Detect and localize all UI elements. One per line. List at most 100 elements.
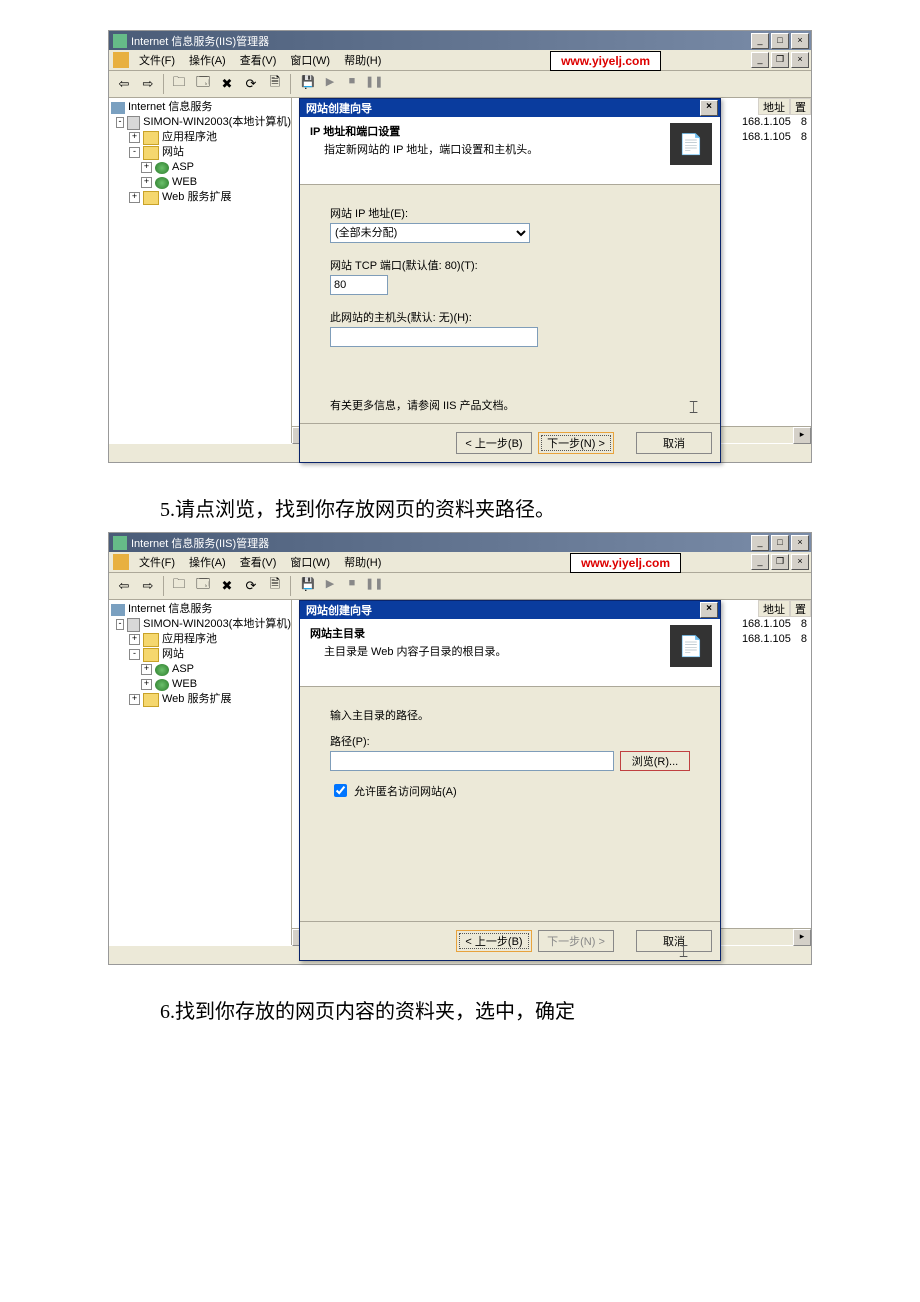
properties-icon[interactable]: 🗔 (192, 575, 214, 597)
expand-icon[interactable]: - (116, 117, 125, 128)
menu-help[interactable]: 帮助(H) (338, 50, 387, 70)
expand-icon[interactable]: + (141, 664, 152, 675)
col-op[interactable]: 置 (790, 98, 811, 115)
expand-icon[interactable]: + (141, 679, 152, 690)
col-address[interactable]: 地址 (758, 98, 790, 115)
export-icon[interactable]: 🗎 (264, 575, 286, 597)
menu-file[interactable]: 文件(F) (133, 50, 181, 70)
mdi-minimize[interactable]: _ (751, 554, 769, 570)
allow-anonymous-checkbox[interactable] (334, 784, 347, 797)
close-button[interactable]: × (791, 535, 809, 551)
scroll-right-icon[interactable]: ▸ (793, 427, 811, 444)
play-icon[interactable]: ▶ (321, 75, 339, 88)
refresh-icon[interactable]: ⟳ (240, 73, 262, 95)
stop-icon[interactable]: ■ (343, 577, 361, 589)
refresh-icon[interactable]: ⟳ (240, 575, 262, 597)
cancel-button[interactable]: 取消 (636, 930, 712, 952)
tree-server-label: SIMON-WIN2003(本地计算机) (143, 617, 291, 632)
tree-pane[interactable]: Internet 信息服务 -SIMON-WIN2003(本地计算机) +应用程… (109, 98, 292, 443)
tree-root[interactable]: Internet 信息服务 (111, 100, 291, 115)
menu-action[interactable]: 操作(A) (183, 552, 232, 572)
mdi-minimize[interactable]: _ (751, 52, 769, 68)
pause-icon[interactable]: ❚❚ (365, 577, 383, 590)
menu-help[interactable]: 帮助(H) (338, 552, 387, 572)
host-header-input[interactable] (330, 327, 538, 347)
tree-asp-label: ASP (172, 662, 194, 677)
expand-icon[interactable]: + (141, 177, 152, 188)
minimize-button[interactable]: _ (751, 535, 769, 551)
website-wizard-dialog: 网站创建向导 × IP 地址和端口设置 指定新网站的 IP 地址，端口设置和主机… (299, 98, 721, 463)
back-button[interactable]: < 上一步(B) (456, 930, 532, 952)
up-icon[interactable]: 🗀 (168, 73, 190, 95)
cancel-button[interactable]: 取消 (636, 432, 712, 454)
tree-apppool[interactable]: +应用程序池 (111, 632, 291, 647)
back-button[interactable]: < 上一步(B) (456, 432, 532, 454)
menu-window[interactable]: 窗口(W) (284, 50, 336, 70)
tree-server[interactable]: -SIMON-WIN2003(本地计算机) (111, 115, 291, 130)
tree-web[interactable]: +WEB (111, 175, 291, 190)
expand-icon[interactable]: - (129, 147, 140, 158)
tree-webext[interactable]: +Web 服务扩展 (111, 190, 291, 205)
wizard-info-text: 有关更多信息，请参阅 IIS 产品文档。 𝙸 (330, 397, 690, 413)
next-button[interactable]: 下一步(N) > (538, 432, 614, 454)
mdi-restore[interactable]: ❐ (771, 52, 789, 68)
menu-action[interactable]: 操作(A) (183, 50, 232, 70)
maximize-button[interactable]: □ (771, 33, 789, 49)
tree-pane[interactable]: Internet 信息服务 - SIMON-WIN2003(本地计算机) +应用程… (109, 600, 292, 945)
play-icon[interactable]: ▶ (321, 577, 339, 590)
delete-icon[interactable]: ✖ (216, 575, 238, 597)
delete-icon[interactable]: ✖ (216, 73, 238, 95)
mdi-close[interactable]: × (791, 554, 809, 570)
expand-icon[interactable]: - (129, 649, 140, 660)
tree-sites[interactable]: -网站 (111, 647, 291, 662)
expand-icon[interactable]: + (141, 162, 152, 173)
tree-server[interactable]: - SIMON-WIN2003(本地计算机) (111, 617, 291, 632)
globe-icon (155, 162, 169, 174)
expand-icon[interactable]: - (116, 619, 125, 630)
menu-view[interactable]: 查看(V) (234, 552, 283, 572)
col-op[interactable]: 置 (790, 600, 811, 617)
wizard-close-button[interactable]: × (700, 100, 718, 116)
properties-icon[interactable]: 🗔 (192, 73, 214, 95)
tree-webext[interactable]: +Web 服务扩展 (111, 692, 291, 707)
nav-back-icon[interactable]: ⇦ (113, 73, 135, 95)
up-icon[interactable]: 🗀 (168, 575, 190, 597)
col-address[interactable]: 地址 (758, 600, 790, 617)
tree-asp[interactable]: +ASP (111, 160, 291, 175)
nav-back-icon[interactable]: ⇦ (113, 575, 135, 597)
pause-icon[interactable]: ❚❚ (365, 75, 383, 88)
mdi-restore[interactable]: ❐ (771, 554, 789, 570)
tree-sites[interactable]: -网站 (111, 145, 291, 160)
browse-button[interactable]: 浏览(R)... (620, 751, 690, 771)
menu-window[interactable]: 窗口(W) (284, 552, 336, 572)
nav-fwd-icon[interactable]: ⇨ (137, 73, 159, 95)
expand-icon[interactable]: + (129, 132, 140, 143)
tree-asp[interactable]: + ASP (111, 662, 291, 677)
list-row[interactable]: 168.1.1058 (738, 633, 811, 648)
wizard-close-button[interactable]: × (700, 602, 718, 618)
tcp-port-input[interactable] (330, 275, 388, 295)
tree-web-label: WEB (172, 677, 197, 692)
expand-icon[interactable]: + (129, 192, 140, 203)
minimize-button[interactable]: _ (751, 33, 769, 49)
nav-fwd-icon[interactable]: ⇨ (137, 575, 159, 597)
close-button[interactable]: × (791, 33, 809, 49)
list-row[interactable]: 168.1.1058 (738, 116, 811, 131)
export-icon[interactable]: 🗎 (264, 73, 286, 95)
list-row[interactable]: 168.1.1058 (738, 131, 811, 146)
ip-address-select[interactable]: (全部未分配) (330, 223, 530, 243)
list-row[interactable]: 168.1.1058 (738, 618, 811, 633)
expand-icon[interactable]: + (129, 694, 140, 705)
menu-view[interactable]: 查看(V) (234, 50, 283, 70)
list-rows: 168.1.1058 168.1.1058 (738, 618, 811, 648)
expand-icon[interactable]: + (129, 634, 140, 645)
stop-icon[interactable]: ■ (343, 75, 361, 87)
tree-apppool[interactable]: +应用程序池 (111, 130, 291, 145)
menu-file[interactable]: 文件(F) (133, 552, 181, 572)
mdi-close[interactable]: × (791, 52, 809, 68)
tree-root[interactable]: Internet 信息服务 (111, 602, 291, 617)
tree-web[interactable]: + WEB (111, 677, 291, 692)
maximize-button[interactable]: □ (771, 535, 789, 551)
path-input[interactable] (330, 751, 614, 771)
scroll-right-icon[interactable]: ▸ (793, 929, 811, 946)
